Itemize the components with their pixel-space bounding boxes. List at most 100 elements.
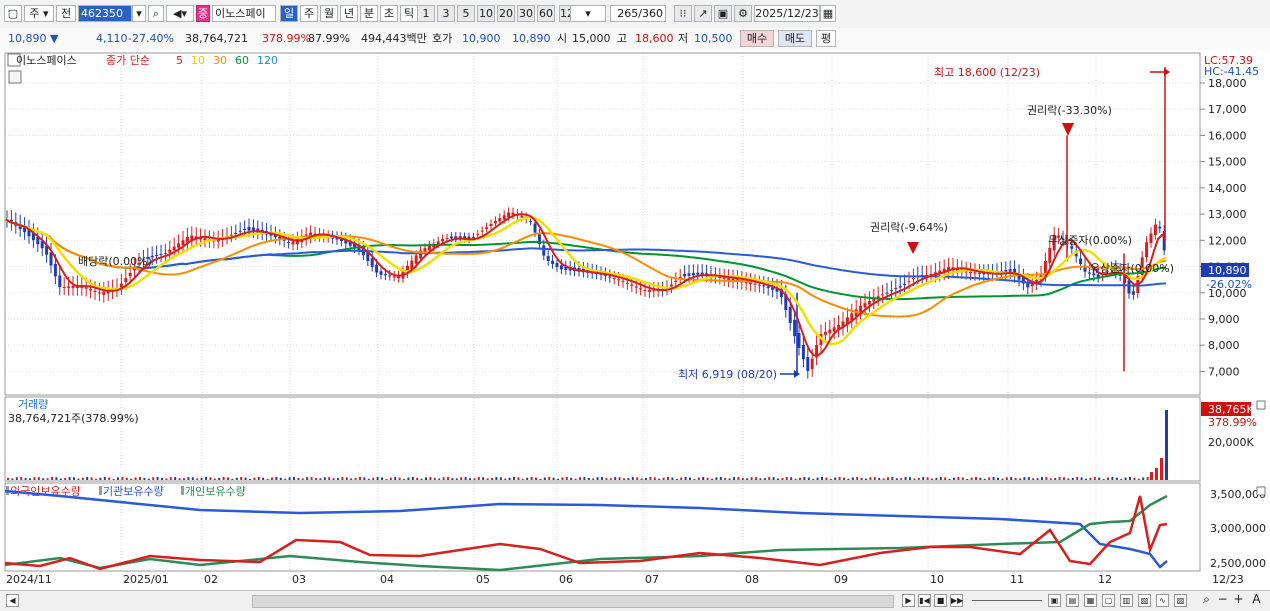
save-icon[interactable]: ▣ xyxy=(714,5,732,22)
font-size-icon[interactable]: A xyxy=(1250,593,1263,607)
table-icon[interactable]: ▦ xyxy=(1084,594,1097,607)
volume-panel-close-icon[interactable] xyxy=(1256,400,1266,410)
zoom-out-icon[interactable]: − xyxy=(1216,593,1229,607)
volume-bar xyxy=(491,478,493,480)
stock-chart[interactable]: 이노스페이스 종가 단순 5 10 30 60 120 최고 18,600 (12/23… xyxy=(0,50,1270,590)
chart-type-icon[interactable]: ▥ xyxy=(1120,594,1133,607)
buy-button[interactable]: 매수 xyxy=(740,30,774,47)
interval-button-5[interactable]: 30 xyxy=(517,5,535,22)
price-label-5: 13,000 xyxy=(1208,208,1247,221)
extra-dropdown[interactable]: ▾ xyxy=(570,5,606,22)
volume-bar xyxy=(601,477,603,480)
period-tab-4[interactable]: 분 xyxy=(360,5,378,22)
price-label-0: 18,000 xyxy=(1208,77,1247,90)
volume-bar xyxy=(59,478,62,480)
stock-code-input[interactable]: 462350 xyxy=(78,5,132,22)
grid-icon[interactable]: ⁝⁝ xyxy=(674,5,692,22)
candle-body xyxy=(163,253,167,255)
volume-bar xyxy=(51,477,53,480)
volume-bar xyxy=(1005,477,1008,480)
period-tab-5[interactable]: 초 xyxy=(380,5,398,22)
period-tab-6[interactable]: 틱 xyxy=(400,5,418,22)
volume-bar xyxy=(200,478,203,480)
volume-bar xyxy=(345,477,348,480)
volume-bar xyxy=(134,477,137,480)
volume-bar xyxy=(803,477,806,480)
holdings-panel-close-icon[interactable] xyxy=(1256,486,1266,496)
volume-bar xyxy=(495,477,498,480)
volume-axis-label: 20,000K xyxy=(1208,436,1254,449)
speaker-icon[interactable]: ◀▾ xyxy=(166,5,194,22)
volume-bar xyxy=(689,477,691,480)
volume-bar xyxy=(425,477,427,480)
volume-bar xyxy=(1080,477,1083,480)
legend-ma-3: 60 xyxy=(235,54,249,67)
count-field[interactable]: 265/360 xyxy=(610,5,666,22)
zoom-slider[interactable] xyxy=(972,600,1042,601)
layout-icon[interactable]: ▢ xyxy=(4,5,22,22)
scroll-thumb[interactable] xyxy=(252,595,894,608)
volume-bar xyxy=(15,477,18,480)
volume-bar xyxy=(411,477,414,480)
candle-body xyxy=(749,282,753,284)
config-icon[interactable]: ▨ xyxy=(1174,594,1187,607)
period-tab-1[interactable]: 주 xyxy=(300,5,318,22)
zoom-search-icon[interactable]: ⌕ xyxy=(1200,593,1213,607)
volume-bar xyxy=(891,477,894,480)
volume-bar xyxy=(1063,477,1065,480)
volume-bar xyxy=(231,478,234,480)
sell-button[interactable]: 매도 xyxy=(778,30,812,47)
scroll-left-icon[interactable]: ◀ xyxy=(6,594,19,607)
volume-bar xyxy=(979,477,982,480)
all-button[interactable]: 전 xyxy=(56,5,76,22)
volume-bar xyxy=(394,477,397,480)
volume-bar xyxy=(821,477,823,480)
candle-body xyxy=(383,274,387,276)
interval-button-6[interactable]: 60 xyxy=(537,5,555,22)
holdings-legend-marker-2 xyxy=(181,486,184,495)
interval-button-4[interactable]: 20 xyxy=(497,5,515,22)
calendar-small-icon[interactable] xyxy=(8,70,22,84)
period-tab-2[interactable]: 월 xyxy=(320,5,338,22)
legend-ma-0: 5 xyxy=(176,54,183,67)
candle-body xyxy=(287,242,291,244)
fast-forward-icon[interactable]: ▶▶ xyxy=(950,594,963,607)
search-icon[interactable]: ⌕ xyxy=(148,5,164,22)
x-label-3: 03 xyxy=(292,573,306,586)
volume-bar xyxy=(508,477,511,480)
interval-button-0[interactable]: 1 xyxy=(417,5,435,22)
volume-bar xyxy=(829,478,832,480)
eval-button[interactable]: 평 xyxy=(816,30,836,47)
zoom-in-icon[interactable]: + xyxy=(1232,593,1245,607)
candle-body xyxy=(639,288,643,290)
draw-icon[interactable]: ↗ xyxy=(694,5,712,22)
gear-icon[interactable]: ⚙ xyxy=(734,5,752,22)
x-label-10: 10 xyxy=(930,573,944,586)
volume-bar xyxy=(416,477,419,480)
volume-bar xyxy=(1027,477,1030,480)
interval-button-3[interactable]: 10 xyxy=(477,5,495,22)
layout-small-icon[interactable]: ▢ xyxy=(1102,594,1115,607)
calendar-icon[interactable]: ▦ xyxy=(820,5,836,22)
type-select[interactable]: 주 ▾ xyxy=(24,5,54,22)
volume-bar xyxy=(253,477,256,480)
date-field[interactable]: 2025/12/23 xyxy=(754,5,820,22)
print-icon[interactable]: ▤ xyxy=(1066,594,1079,607)
period-tab-0[interactable]: 일 xyxy=(280,5,298,22)
interval-button-1[interactable]: 3 xyxy=(437,5,455,22)
step-back-icon[interactable]: ▮◀ xyxy=(918,594,931,607)
code-dropdown-icon[interactable]: ▾ xyxy=(132,5,146,22)
volume-bar xyxy=(1071,477,1074,480)
candle-body xyxy=(889,290,893,292)
volume-bar xyxy=(372,477,375,480)
volume-bar xyxy=(807,477,810,480)
export-icon[interactable]: ▧ xyxy=(1138,594,1151,607)
chart-scrollbar[interactable]: ◀ ▶ ▮◀ ■ ▶▶ ▣ ▤ ▦ ▢ ▥ ▧ ∿ ▨ ⌕ − + A xyxy=(0,590,1270,611)
stop-icon[interactable]: ■ xyxy=(934,594,947,607)
volume-bar xyxy=(834,477,837,480)
interval-button-2[interactable]: 5 xyxy=(457,5,475,22)
copy-icon[interactable]: ▣ xyxy=(1048,594,1061,607)
wave-icon[interactable]: ∿ xyxy=(1156,594,1169,607)
period-tab-3[interactable]: 년 xyxy=(340,5,358,22)
play-icon[interactable]: ▶ xyxy=(902,594,915,607)
